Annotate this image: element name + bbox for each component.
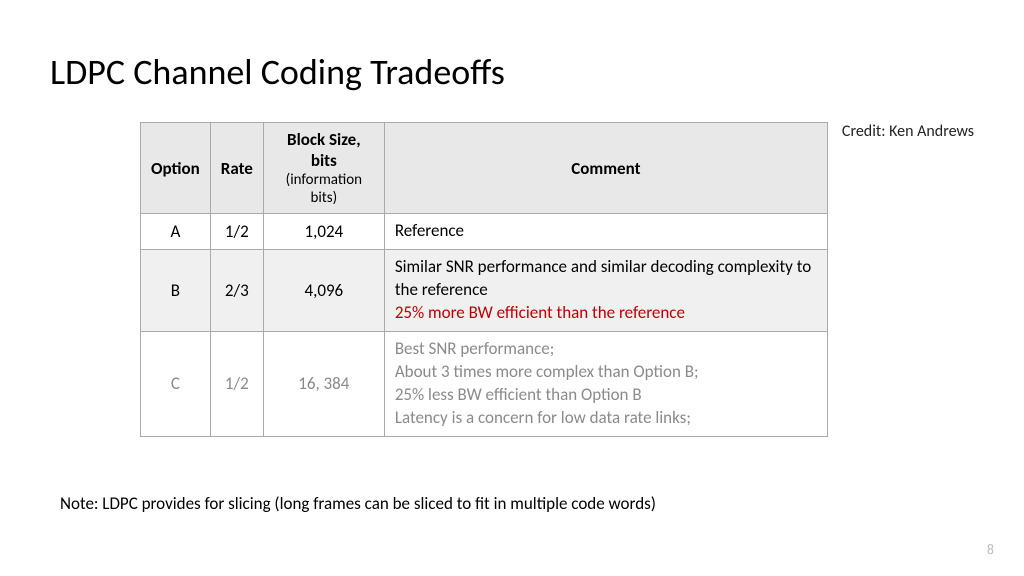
table-row: A1/21,024 Reference — [141, 214, 828, 250]
col-block-main: Block Size, bits — [287, 129, 361, 171]
cell-comment: Best SNR performance;About 3 times more … — [384, 331, 827, 436]
comment-line: Best SNR performance; — [395, 338, 817, 361]
comment-line: Reference — [395, 220, 817, 243]
col-block-sub: (information bits) — [274, 171, 374, 207]
cell-option: B — [141, 249, 211, 331]
col-block: Block Size, bits (information bits) — [263, 123, 384, 214]
table-row: C1/216, 384Best SNR performance;About 3 … — [141, 331, 828, 436]
cell-comment: Reference — [384, 214, 827, 250]
comment-line: 25% more BW efficient than the reference — [395, 302, 817, 325]
cell-comment: Similar SNR performance and similar deco… — [384, 249, 827, 331]
col-comment: Comment — [384, 123, 827, 214]
tradeoff-table: Option Rate Block Size, bits (informatio… — [140, 122, 828, 437]
cell-block: 16, 384 — [263, 331, 384, 436]
comment-line: Latency is a concern for low data rate l… — [395, 407, 817, 430]
page-number: 8 — [987, 541, 994, 558]
comment-line: 25% less BW efficient than Option B — [395, 384, 817, 407]
comment-line: About 3 times more complex than Option B… — [395, 361, 817, 384]
col-option: Option — [141, 123, 211, 214]
cell-option: A — [141, 214, 211, 250]
footer-note: Note: LDPC provides for slicing (long fr… — [60, 493, 974, 514]
cell-block: 1,024 — [263, 214, 384, 250]
cell-rate: 2/3 — [210, 249, 263, 331]
table-row: B2/34,096Similar SNR performance and sim… — [141, 249, 828, 331]
credit-text: Credit: Ken Andrews — [842, 122, 974, 141]
cell-rate: 1/2 — [210, 214, 263, 250]
cell-rate: 1/2 — [210, 331, 263, 436]
cell-option: C — [141, 331, 211, 436]
slide-title: LDPC Channel Coding Tradeoffs — [50, 50, 974, 94]
col-rate: Rate — [210, 123, 263, 214]
comment-line: Similar SNR performance and similar deco… — [395, 256, 817, 302]
cell-block: 4,096 — [263, 249, 384, 331]
